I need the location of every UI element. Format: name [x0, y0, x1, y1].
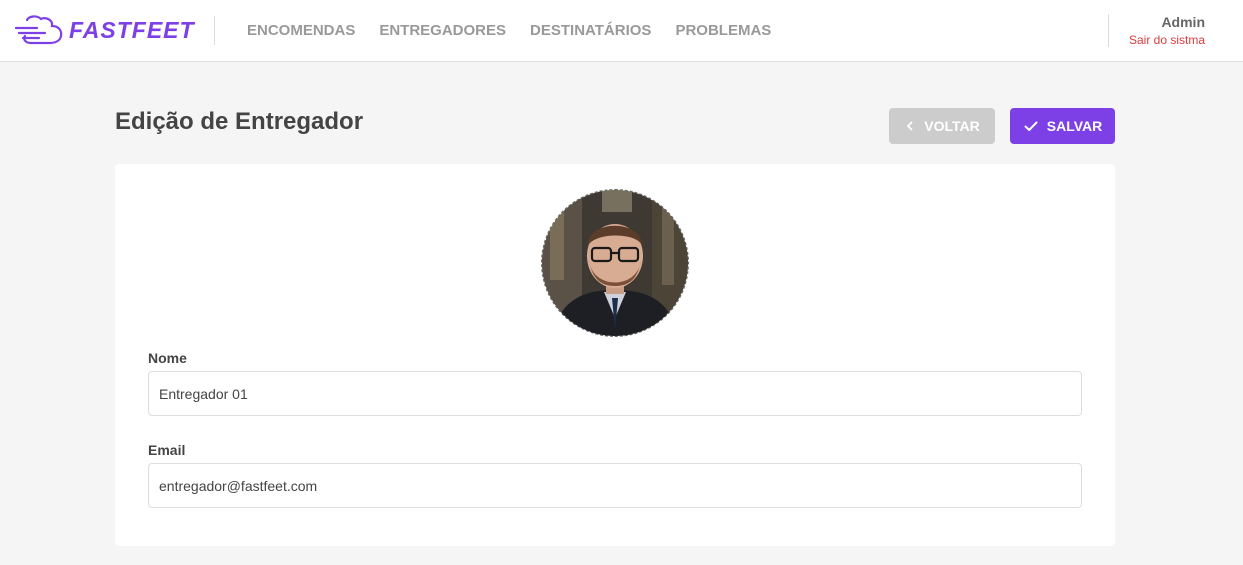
name-label: Nome [148, 350, 187, 366]
form-card: Nome Email [115, 164, 1115, 546]
fast-truck-icon [15, 15, 63, 45]
nav-destinatarios[interactable]: DESTINATÁRIOS [530, 22, 651, 39]
nav-problemas[interactable]: PROBLEMAS [675, 22, 771, 39]
page-title: Edição de Entregador [115, 108, 364, 135]
user-info: Admin Sair do sistma [1129, 14, 1205, 47]
chevron-left-icon [904, 120, 916, 132]
logo[interactable]: FASTFEET [15, 14, 195, 46]
header-divider [214, 16, 215, 45]
nav-entregadores[interactable]: ENTREGADORES [379, 22, 506, 39]
name-field[interactable] [148, 371, 1082, 416]
nav-encomendas[interactable]: ENCOMENDAS [247, 22, 355, 39]
email-label: Email [148, 442, 186, 458]
back-button[interactable]: VOLTAR [889, 108, 995, 144]
user-name: Admin [1161, 14, 1205, 30]
save-button-label: SALVAR [1046, 118, 1103, 134]
save-button[interactable]: SALVAR [1010, 108, 1115, 144]
main-nav: ENCOMENDAS ENTREGADORES DESTINATÁRIOS PR… [247, 22, 795, 39]
logo-text: FASTFEET [69, 16, 195, 43]
avatar-photo [542, 190, 688, 336]
email-field[interactable] [148, 463, 1082, 508]
header-divider-right [1108, 14, 1109, 47]
top-header: FASTFEET ENCOMENDAS ENTREGADORES DESTINA… [0, 0, 1243, 62]
back-button-label: VOLTAR [924, 118, 980, 134]
check-icon [1023, 118, 1039, 134]
avatar[interactable] [541, 189, 689, 337]
logout-link[interactable]: Sair do sistma [1129, 33, 1205, 47]
